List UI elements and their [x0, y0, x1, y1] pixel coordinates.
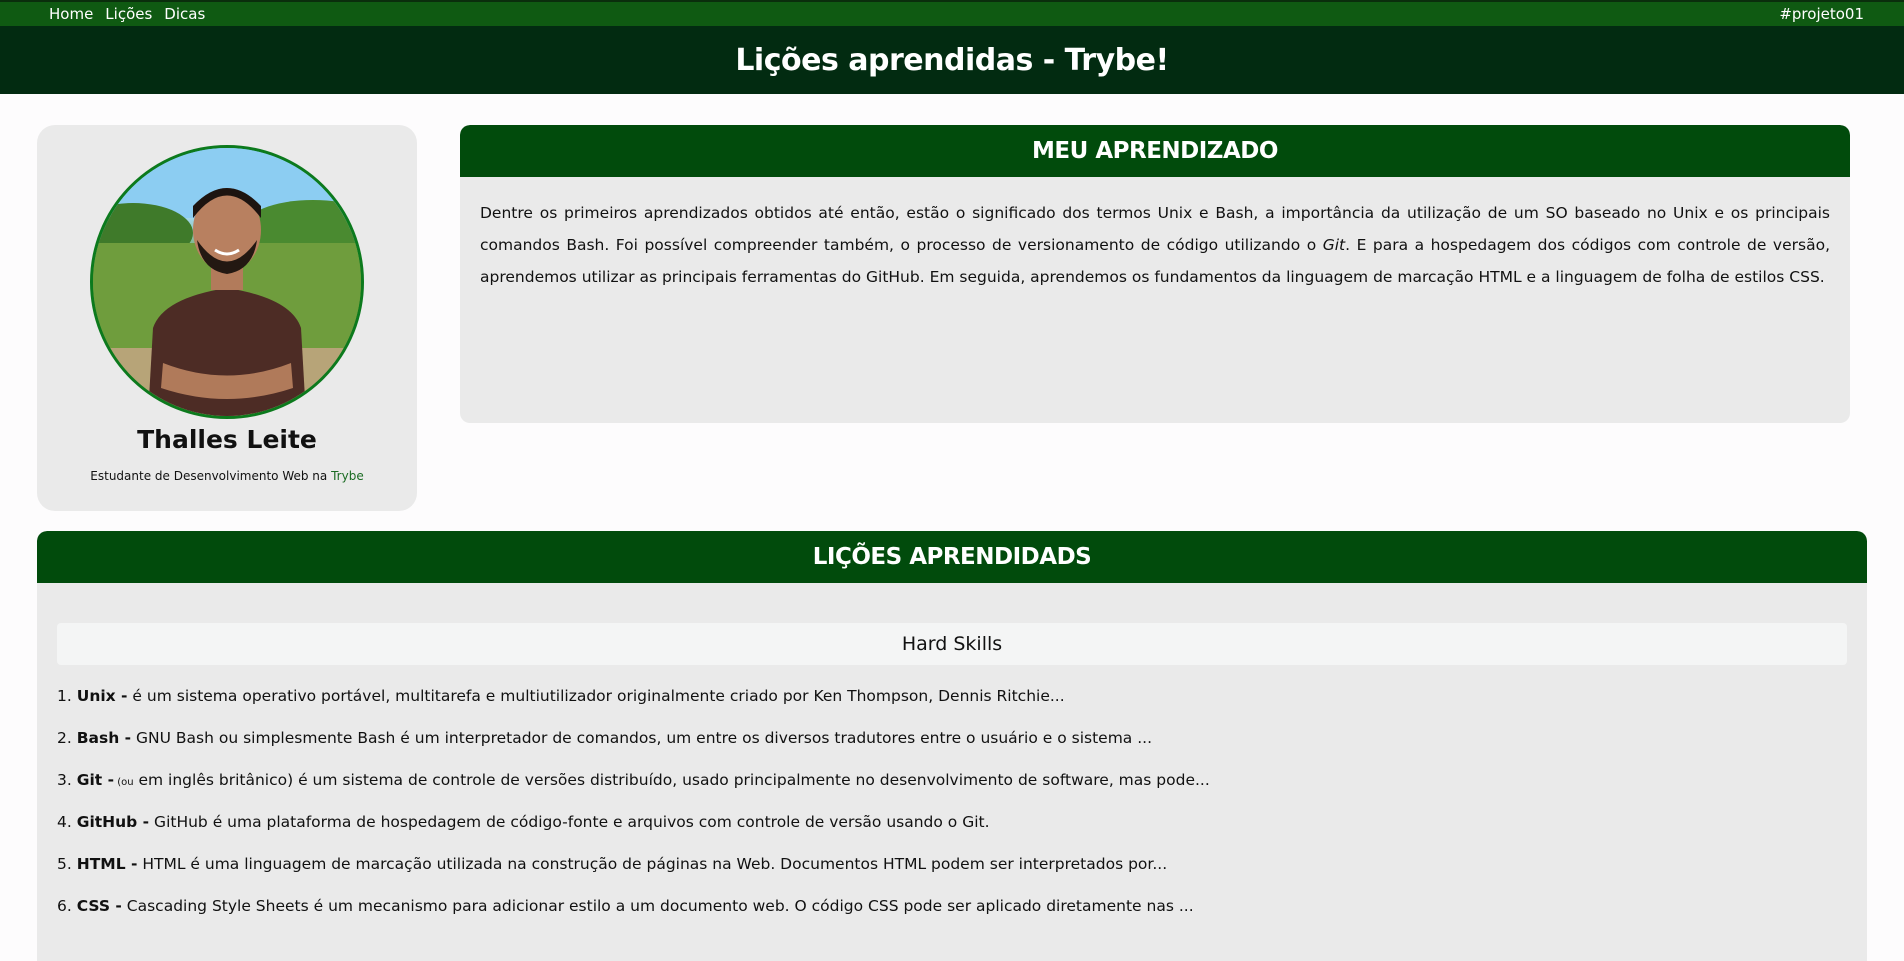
lesson-list: 1. Unix - é um sistema operativo portáve… — [57, 675, 1867, 927]
list-item-term: HTML - — [76, 855, 138, 873]
list-item-desc: em inglês britânico) é um sistema de con… — [133, 771, 1210, 789]
list-item-term: CSS - — [76, 897, 122, 915]
list-item-desc: HTML é uma linguagem de marcação utiliza… — [137, 855, 1168, 873]
list-item-term: Unix - — [76, 687, 128, 705]
list-item-number: 3. — [57, 771, 72, 789]
top-nav: Home Lições Dicas #projeto01 — [0, 0, 1904, 26]
learning-heading: MEU APRENDIZADO — [460, 125, 1850, 177]
profile-card: Thalles Leite Estudante de Desenvolvimen… — [37, 125, 417, 511]
nav-links: Home Lições Dicas — [49, 5, 205, 23]
nav-link-dicas[interactable]: Dicas — [164, 5, 205, 23]
list-item-desc: GNU Bash ou simplesmente Bash é um inter… — [131, 729, 1153, 747]
list-item-number: 6. — [57, 897, 72, 915]
list-item: 4. GitHub - GitHub é uma plataforma de h… — [57, 801, 1867, 843]
list-item: 2. Bash - GNU Bash ou simplesmente Bash … — [57, 717, 1867, 759]
list-item-number: 5. — [57, 855, 72, 873]
list-item-desc: é um sistema operativo portável, multita… — [127, 687, 1065, 705]
person-photo-icon — [93, 148, 361, 416]
learning-section: MEU APRENDIZADO Dentre os primeiros apre… — [460, 125, 1850, 423]
hard-skills-header: Hard Skills — [57, 623, 1847, 665]
project-tag: #projeto01 — [1779, 5, 1864, 23]
profile-name: Thalles Leite — [137, 425, 317, 454]
learning-text: Dentre os primeiros aprendizados obtidos… — [480, 197, 1830, 293]
list-item-term: Bash - — [76, 729, 132, 747]
lessons-section: LIÇÕES APRENDIDADS Hard Skills 1. Unix -… — [37, 531, 1867, 961]
learning-text-git: Git — [1322, 236, 1346, 254]
list-item-number: 2. — [57, 729, 72, 747]
avatar — [90, 145, 364, 419]
list-item: 3. Git - (ou em inglês britânico) é um s… — [57, 759, 1867, 801]
page-title: Lições aprendidas - Trybe! — [735, 42, 1169, 78]
list-item: 6. CSS - Cascading Style Sheets é um mec… — [57, 885, 1867, 927]
profile-subtitle-text: Estudante de Desenvolvimento Web na — [90, 469, 332, 483]
list-item-desc: GitHub é uma plataforma de hospedagem de… — [149, 813, 990, 831]
title-bar: Lições aprendidas - Trybe! — [0, 26, 1904, 94]
nav-link-home[interactable]: Home — [49, 5, 93, 23]
lessons-heading: LIÇÕES APRENDIDADS — [37, 531, 1867, 583]
list-item-desc: Cascading Style Sheets é um mecanismo pa… — [121, 897, 1194, 915]
trybe-link[interactable]: Trybe — [331, 469, 364, 483]
list-item-number: 4. — [57, 813, 72, 831]
list-item-term: Git - — [76, 771, 115, 789]
list-item-small: (ou — [114, 777, 134, 788]
profile-subtitle: Estudante de Desenvolvimento Web na Tryb… — [37, 469, 417, 483]
list-item-number: 1. — [57, 687, 72, 705]
list-item-term: GitHub - — [76, 813, 150, 831]
list-item: 1. Unix - é um sistema operativo portáve… — [57, 675, 1867, 717]
nav-link-licoes[interactable]: Lições — [105, 5, 152, 23]
list-item: 5. HTML - HTML é uma linguagem de marcaç… — [57, 843, 1867, 885]
